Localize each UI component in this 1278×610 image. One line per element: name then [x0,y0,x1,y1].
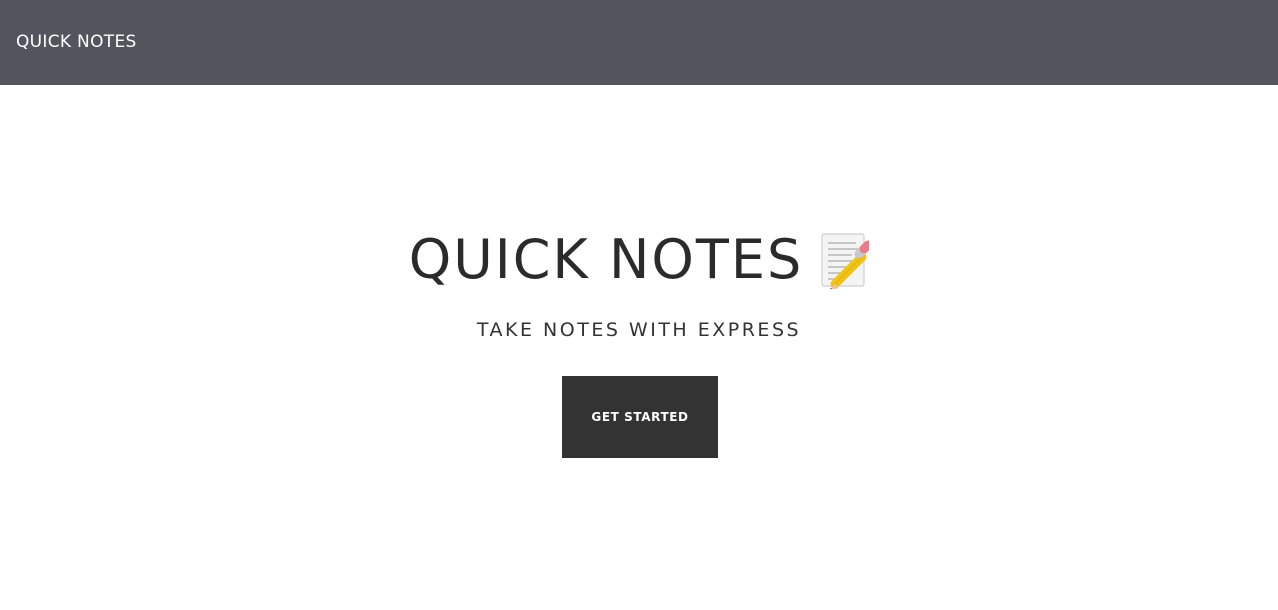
navbar: QUICK NOTES [0,0,1278,85]
navbar-brand[interactable]: QUICK NOTES [16,30,137,54]
page-title: QUICK NOTES [408,228,804,291]
get-started-button[interactable]: GET STARTED [562,376,718,458]
hero-subtitle: TAKE NOTES WITH EXPRESS [476,319,802,341]
memo-pencil-icon [819,231,870,289]
hero-section: QUICK NOTES TAKE NOTES WITH EXPRESS GET … [0,85,1278,610]
hero-title-row: QUICK NOTES [0,227,1278,293]
